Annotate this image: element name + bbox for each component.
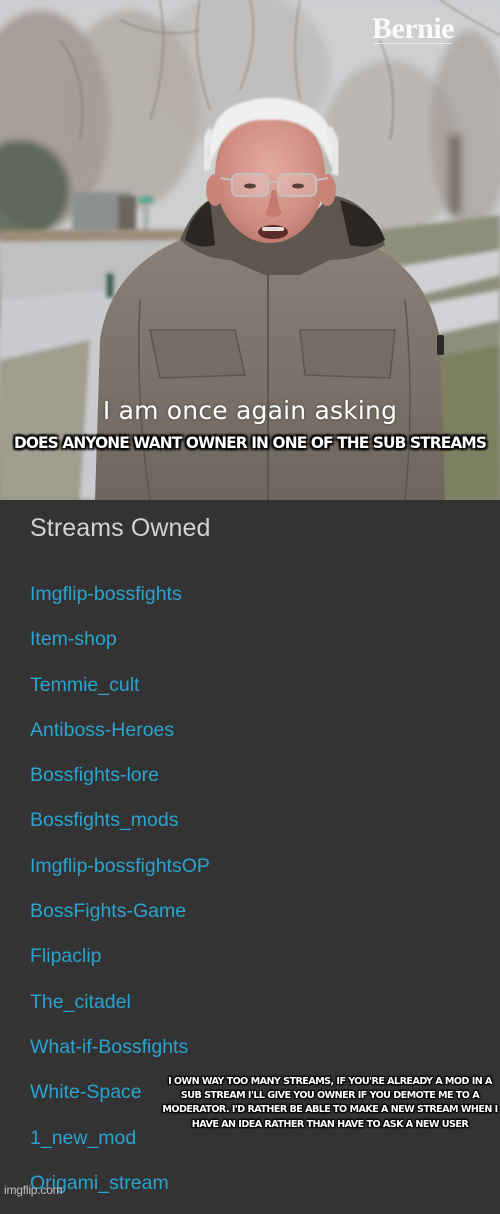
streams-owned-title: Streams Owned: [30, 514, 211, 542]
stream-link[interactable]: Imgflip-bossfightsOP: [30, 852, 210, 897]
stream-link[interactable]: What-if-Bossfights: [30, 1033, 210, 1078]
streams-owned-panel: Streams Owned Imgflip-bossfights Item-sh…: [0, 500, 500, 1206]
top-caption: DOES ANYONE WANT OWNER IN ONE OF THE SUB…: [13, 433, 487, 452]
stream-link[interactable]: Imgflip-bossfights: [30, 580, 210, 625]
stream-link[interactable]: Bossfights-lore: [30, 761, 210, 806]
stream-link[interactable]: Temmie_cult: [30, 671, 210, 716]
stream-link[interactable]: Item-shop: [30, 625, 210, 670]
stream-link[interactable]: The_citadel: [30, 988, 210, 1033]
stream-link[interactable]: Antiboss-Heroes: [30, 716, 210, 761]
meme-photo: Bernie I am once again asking DOES ANYON…: [0, 0, 500, 500]
imgflip-watermark: imgflip.com: [4, 1183, 63, 1197]
photo-scene: [0, 0, 500, 500]
stream-link[interactable]: Flipaclip: [30, 942, 210, 987]
bottom-caption: I OWN WAY TOO MANY STREAMS, IF YOU'RE AL…: [162, 1076, 498, 1130]
stream-link[interactable]: Bossfights_mods: [30, 806, 210, 851]
subtitle-caption: I am once again asking: [102, 396, 398, 425]
stream-link[interactable]: BossFights-Game: [30, 897, 210, 942]
bernie-watermark: Bernie: [372, 12, 454, 45]
